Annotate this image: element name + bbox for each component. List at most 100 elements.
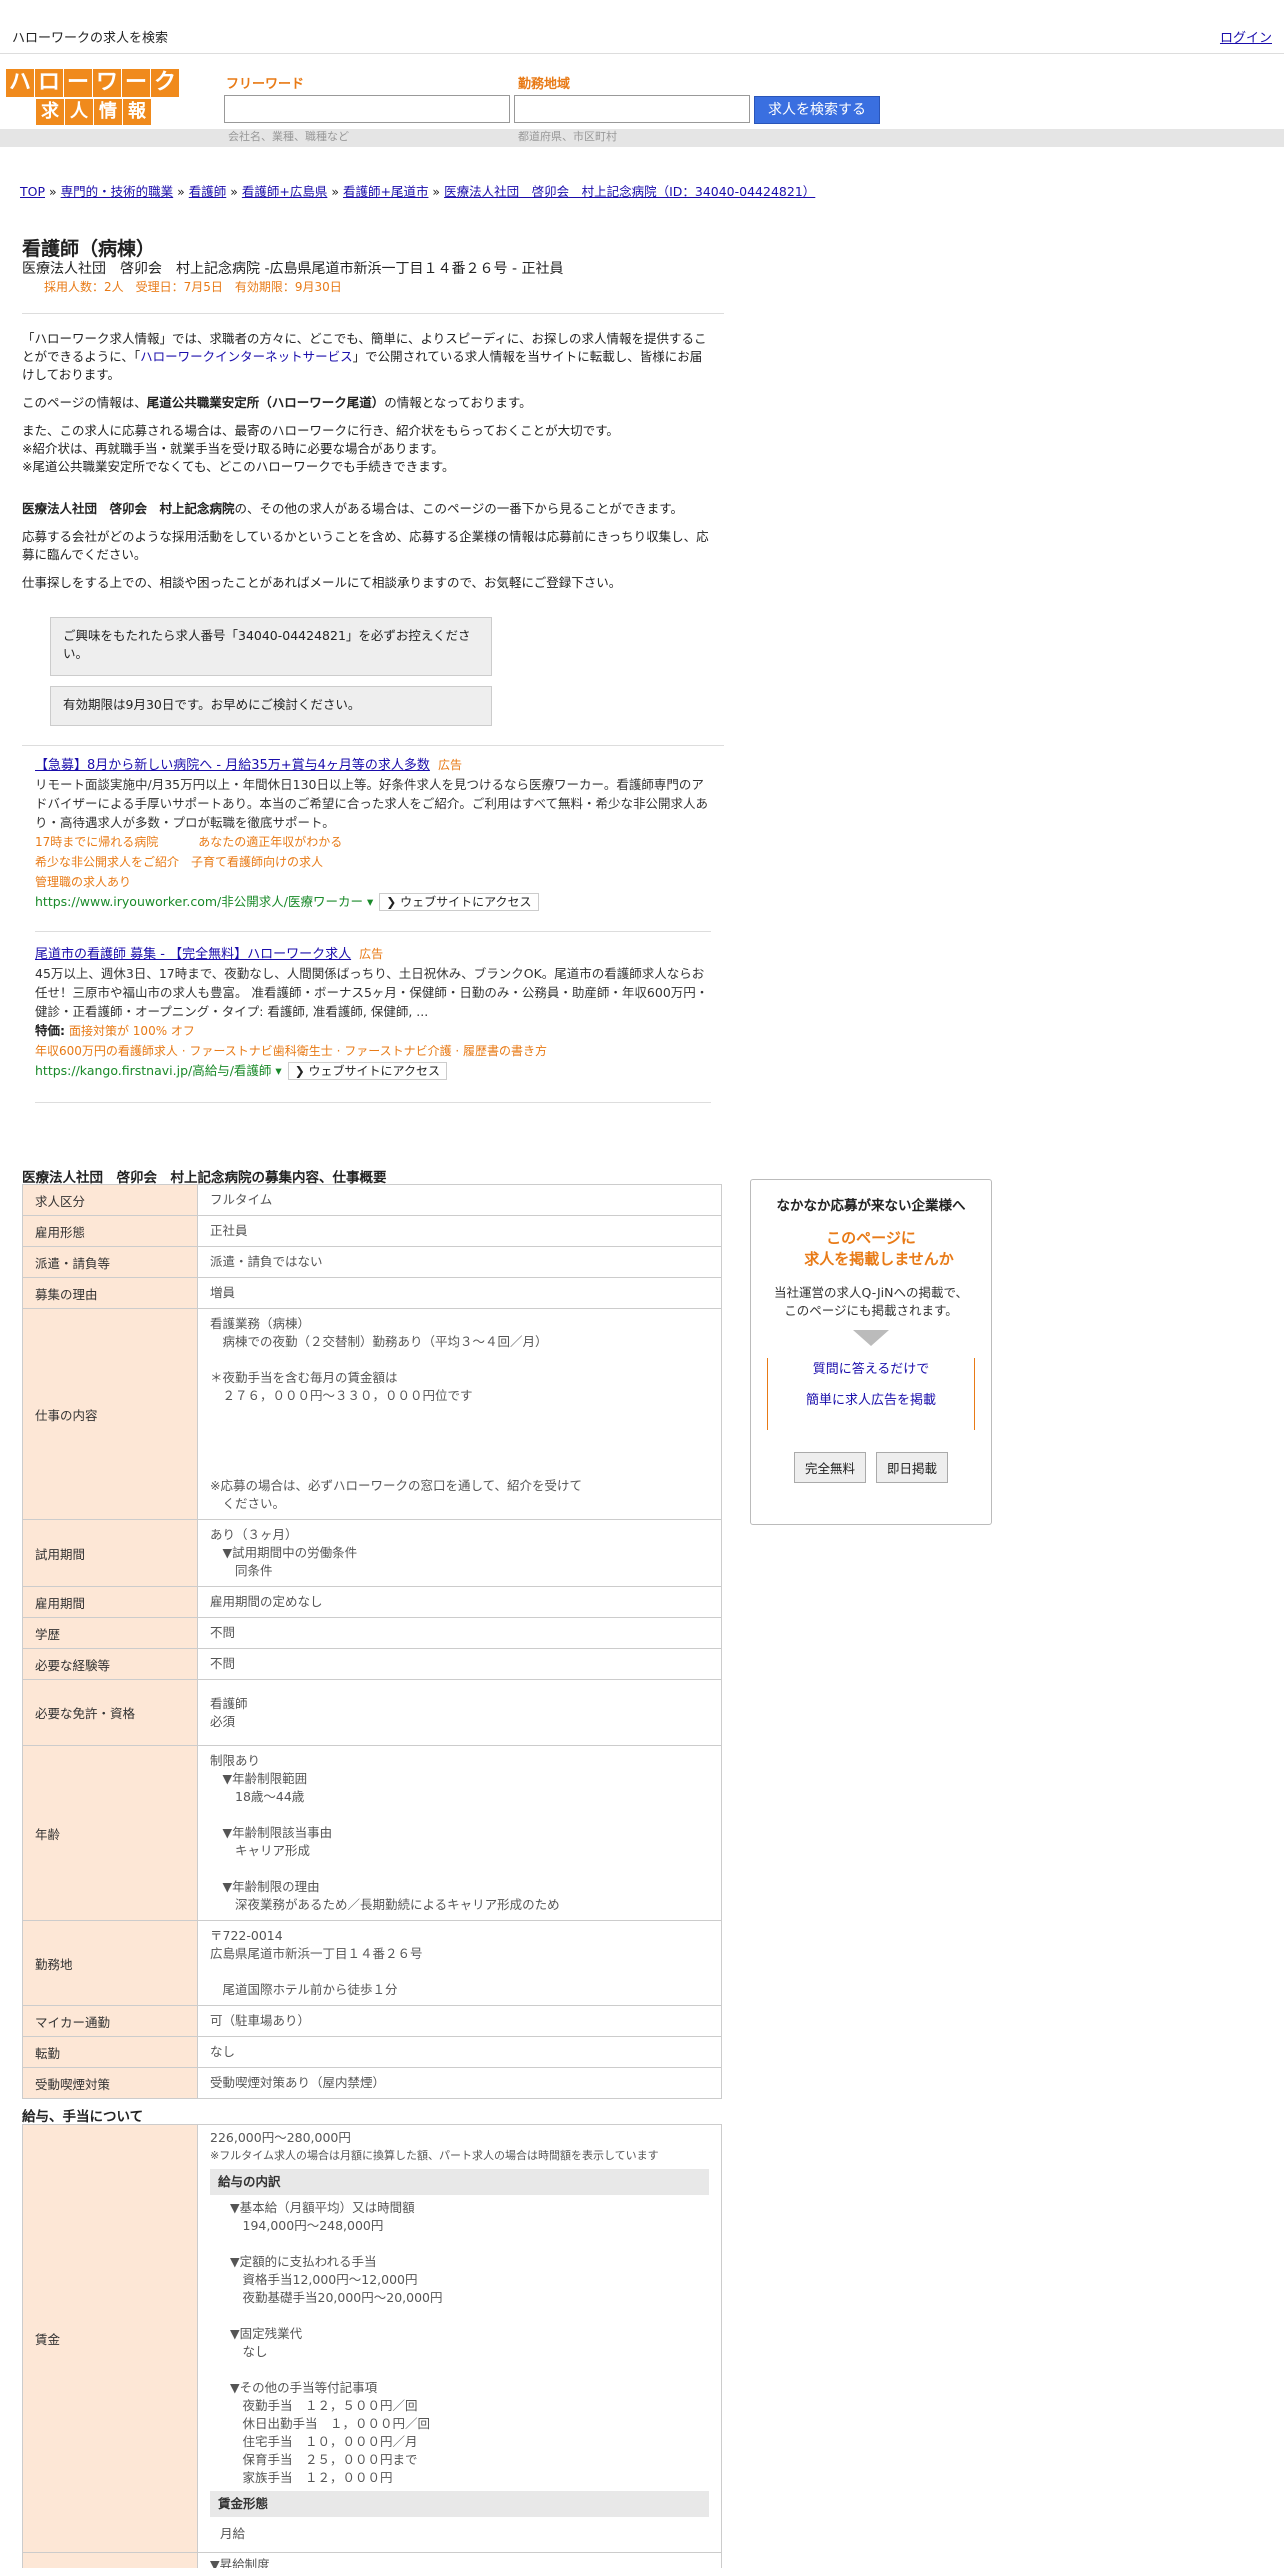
divider — [35, 931, 711, 932]
salary-line: 保育手当 ２５，０００円まで — [230, 2452, 418, 2467]
row-value-line: 正社員 — [210, 1223, 248, 1238]
row-value: 制限あり ▼年齢制限範囲 18歳～44歳 ▼年齢制限該当事由 キャリア形成 ▼年… — [197, 1745, 722, 1921]
breadcrumb: TOP » 専門的・技術的職業 » 看護師 » 看護師+広島県 » 看護師+尾道… — [20, 184, 816, 199]
salary-breakdown: ▼基本給（月額平均）又は時間額 194,000円〜248,000円 ▼定額的に支払… — [210, 2199, 709, 2487]
row-value-line: ２７６，０００円～３３０，０００円位です — [210, 1388, 473, 1403]
row-value-line: 18歳～44歳 — [210, 1789, 305, 1804]
breadcrumb-top[interactable]: TOP — [20, 184, 45, 199]
table-row: マイカー通勤 可（駐車場あり） — [22, 2005, 722, 2037]
row-value-line — [210, 1441, 709, 1459]
ad-1-link[interactable]: 管理職の求人あり — [35, 875, 131, 889]
row-value: フルタイム — [197, 1184, 722, 1216]
salary-line: 194,000円〜248,000円 — [230, 2218, 384, 2233]
salary-next-key — [22, 2552, 198, 2568]
salary-table: 賃金 226,000円〜280,000円 ※フルタイム求人の場合は月額に換算した… — [22, 2124, 722, 2568]
row-value-line: ▼年齢制限該当事由 — [210, 1825, 333, 1840]
row-value: 〒722-0014 広島県尾道市新浜一丁目１４番２６号 尾道国際ホテル前から徒歩１… — [197, 1920, 722, 2006]
row-value-line: キャリア形成 — [210, 1843, 311, 1858]
ad-2-feature: 面接対策が 100% オフ — [68, 1024, 195, 1038]
ad-1-link[interactable]: あなたの適正年収がわかる — [198, 835, 342, 849]
salary-line: 夜勤手当 １２，５００円／回 — [230, 2398, 418, 2413]
job-subtitle: 医療法人社団 啓卯会 村上記念病院 -広島県尾道市新浜一丁目１４番２６号 - 正… — [22, 261, 564, 277]
ad-1-title[interactable]: 【急募】8月から新しい病院へ - 月給35万+賞与4ヶ月等の求人多数 — [35, 758, 430, 773]
recruiter-promo-box: なかなか応募が来ない企業様へ このページに 求人を掲載しませんか 当社運営の求人Q… — [750, 1179, 992, 1525]
table-row: 年齢 制限あり ▼年齢制限範囲 18歳～44歳 ▼年齢制限該当事由 キャリア形成 … — [22, 1745, 722, 1921]
row-value-line: 深夜業務があるため／長期勤続によるキャリア形成のため — [210, 1897, 560, 1912]
logo-char: ー — [122, 69, 150, 97]
breadcrumb-city[interactable]: 看護師+尾道市 — [343, 184, 428, 199]
row-key: 転勤 — [22, 2036, 198, 2068]
area-hint: 都道府県、市区町村 — [518, 130, 617, 143]
hellowork-internet-link[interactable]: ハローワークインターネットサービス — [140, 349, 353, 364]
ad-2-feature-label: 特価: — [35, 1023, 65, 1038]
row-value-line: 病棟での夜勤（２交替制）勤務あり（平均３～４回／月） — [210, 1334, 548, 1349]
divider — [22, 745, 724, 746]
row-value: あり（３ヶ月） ▼試用期間中の労働条件 同条件 — [197, 1519, 722, 1587]
salary-note: ※フルタイム求人の場合は月額に換算した額、パート求人の場合は時間額を表示していま… — [210, 2149, 659, 2162]
ad-2-title[interactable]: 尾道市の看護師 募集 - 【完全無料】ハローワーク求人 — [35, 947, 351, 962]
table-row: 学歴 不問 — [22, 1617, 722, 1649]
breadcrumb-current[interactable]: 医療法人社団 啓卯会 村上記念病院（ID：34040-04424821） — [444, 184, 815, 199]
free-button[interactable]: 完全無料 — [793, 1452, 866, 1483]
intro-paragraph-5: 応募する会社がどのような採用活動をしているかということを含め、応募する企業様の情… — [22, 529, 709, 562]
site-logo[interactable]: ハローワーク 求人情報 — [6, 69, 180, 125]
ad-1-link[interactable]: 希少な非公開求人をご紹介 — [35, 855, 179, 869]
promo-link-box: 質問に答えるだけで 簡単に求人広告を掲載 — [767, 1358, 975, 1430]
overview-heading: 医療法人社団 啓卯会 村上記念病院の募集内容、仕事概要 — [22, 1170, 387, 1186]
row-value: なし — [197, 2036, 722, 2068]
promo-link-post[interactable]: 簡単に求人広告を掲載 — [768, 1389, 974, 1408]
keyword-input[interactable] — [224, 95, 510, 123]
ad-2-visit-button[interactable]: ❯ ウェブサイトにアクセス — [287, 1062, 447, 1080]
row-value-line — [210, 1423, 709, 1441]
table-row: 派遣・請負等 派遣・請負ではない — [22, 1246, 722, 1278]
area-input[interactable] — [514, 95, 750, 123]
breadcrumb-category[interactable]: 専門的・技術的職業 — [61, 184, 174, 199]
promo-lead: このページに 求人を掲載しませんか — [804, 1229, 954, 1268]
ad-1-link[interactable]: 子育て看護師向けの求人 — [191, 855, 323, 869]
row-value: 可（駐車場あり） — [197, 2005, 722, 2037]
login-link[interactable]: ログイン — [1220, 27, 1272, 46]
row-value-line: ▼年齢制限の理由 — [210, 1879, 320, 1894]
area-label: 勤務地域 — [518, 77, 571, 92]
ad-1-link[interactable]: 17時までに帰れる病院 — [35, 835, 158, 849]
row-value: 受動喫煙対策あり（屋内禁煙） — [197, 2067, 722, 2099]
search-button[interactable]: 求人を検索する — [754, 96, 880, 124]
ad-label: 広告 — [437, 758, 462, 772]
row-value: 正社員 — [197, 1215, 722, 1247]
logo-char: ワ — [93, 69, 121, 97]
row-value-line: 雇用期間の定めなし — [210, 1594, 323, 1609]
breadcrumb-occupation[interactable]: 看護師 — [189, 184, 227, 199]
row-key: 学歴 — [22, 1617, 198, 1649]
intro-paragraph-6: 仕事探しをする上での、相談や困ったことがあればメールにて相談承りますので、お気軽… — [22, 575, 622, 590]
row-key: 雇用期間 — [22, 1586, 198, 1618]
ad-1-url[interactable]: https://www.iryouworker.com/非公開求人/医療ワーカー — [35, 894, 363, 909]
breadcrumb-prefecture[interactable]: 看護師+広島県 — [242, 184, 327, 199]
same-day-button[interactable]: 即日掲載 — [876, 1452, 949, 1483]
row-value-line: フルタイム — [210, 1192, 273, 1207]
page-title: 看護師（病棟） — [22, 238, 156, 260]
ad-label: 広告 — [359, 947, 384, 961]
row-value: 不問 — [197, 1617, 722, 1649]
row-value-line: 可（駐車場あり） — [210, 2013, 311, 2028]
ad-2-links[interactable]: 年収600万円の看護師求人 · ファーストナビ歯科衛生士 · ファーストナビ介護… — [35, 1044, 547, 1058]
promo-text: 当社運営の求人Q-JiNへの掲載で、 このページにも掲載されます。 — [774, 1285, 968, 1318]
row-value-line: 必須 — [210, 1713, 236, 1729]
dropdown-arrow-icon[interactable]: ▾ — [363, 894, 373, 909]
row-key: 年齢 — [22, 1745, 198, 1921]
row-key: マイカー通勤 — [22, 2005, 198, 2037]
promo-link-questions[interactable]: 質問に答えるだけで — [768, 1358, 974, 1377]
ad-1-visit-button[interactable]: ❯ ウェブサイトにアクセス — [379, 893, 539, 911]
row-value-line — [210, 1860, 709, 1878]
salary-line: ▼基本給（月額平均）又は時間額 — [230, 2200, 415, 2215]
row-key: 必要な免許・資格 — [22, 1679, 198, 1746]
row-key: 受動喫煙対策 — [22, 2067, 198, 2099]
row-value-line — [210, 1806, 709, 1824]
dropdown-arrow-icon[interactable]: ▾ — [271, 1063, 281, 1078]
salary-heading: 給与、手当について — [22, 2109, 144, 2125]
salary-breakdown-title: 給与の内訳 — [210, 2169, 709, 2195]
logo-char: 求 — [36, 99, 64, 125]
row-value-line: 〒722-0014 — [210, 1928, 283, 1943]
ad-2-url[interactable]: https://kango.firstnavi.jp/高給与/看護師 — [35, 1063, 271, 1078]
row-key: 仕事の内容 — [22, 1308, 198, 1520]
salary-line: 住宅手当 １０，０００円／月 — [230, 2434, 418, 2449]
